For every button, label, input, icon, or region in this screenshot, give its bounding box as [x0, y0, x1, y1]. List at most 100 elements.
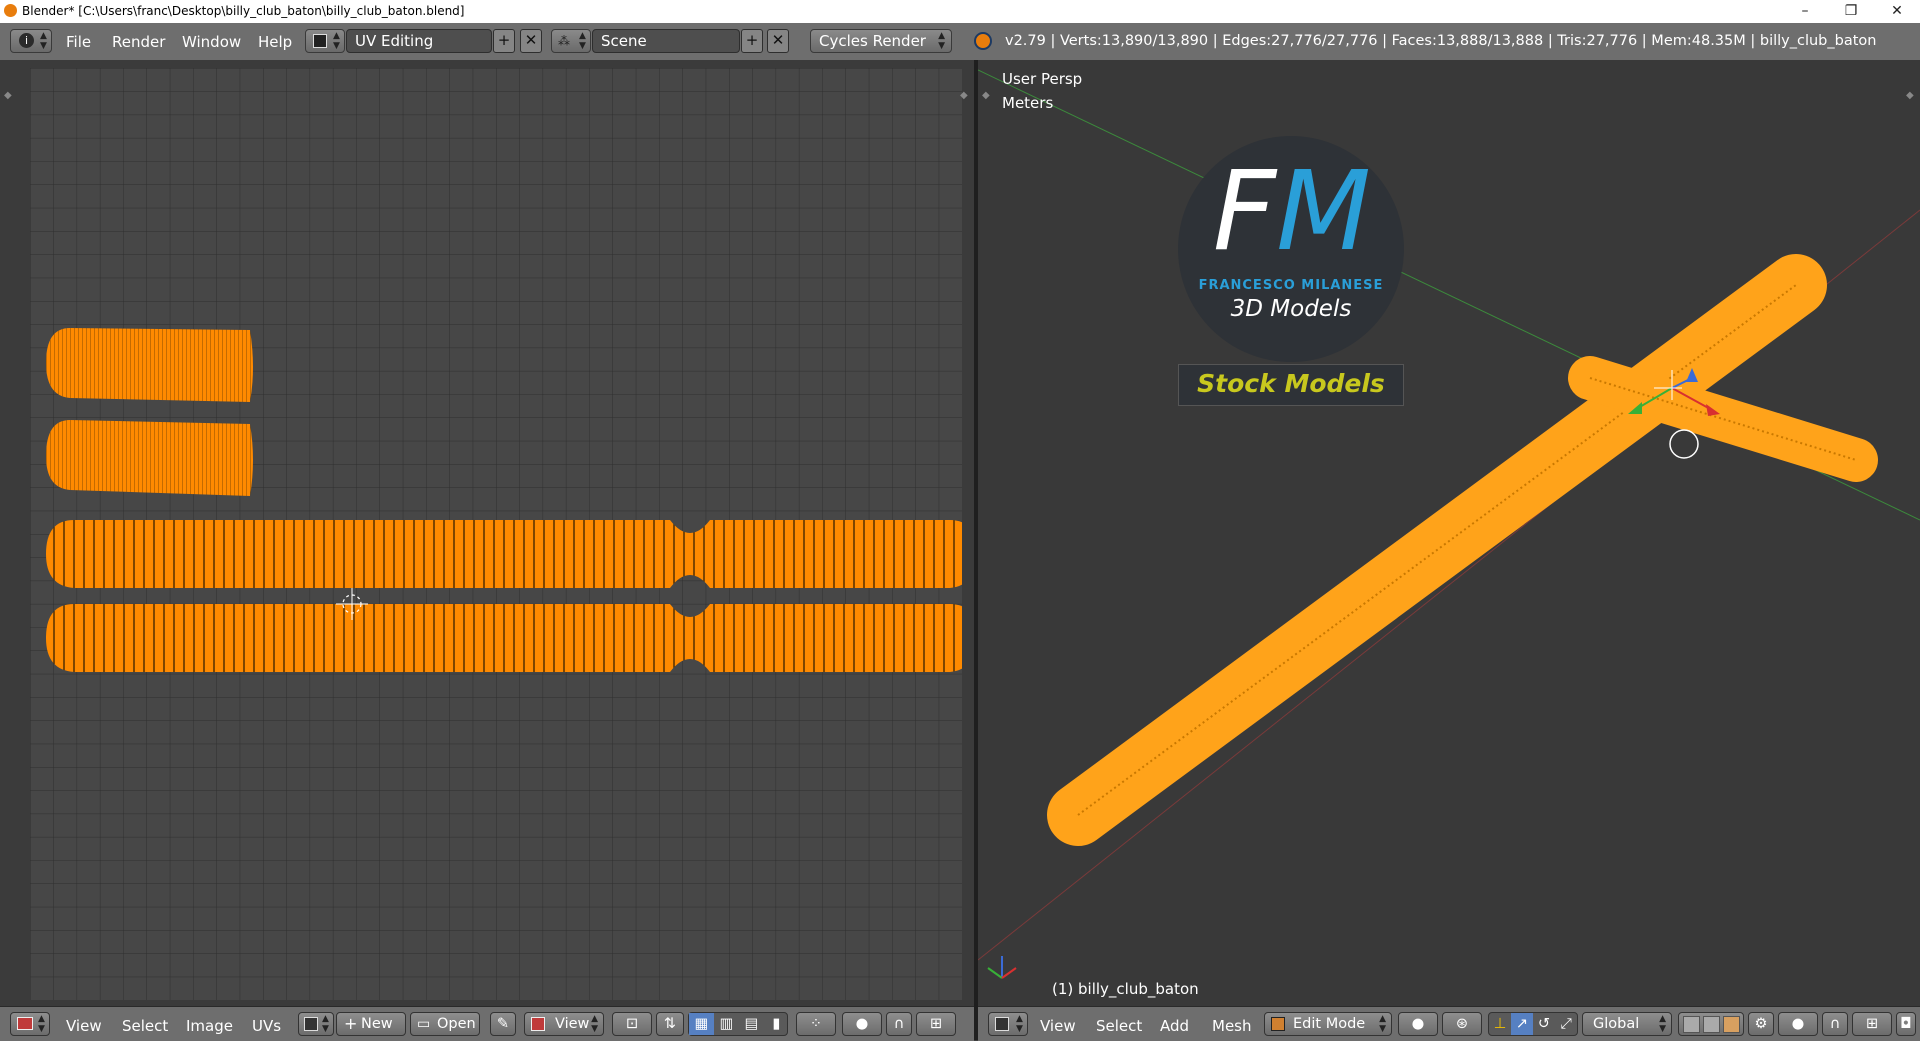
watermark-tagline: Stock Models	[1178, 364, 1404, 406]
scene-selector[interactable]: ⁂ ▲ ▼	[551, 29, 591, 53]
scene-name-field[interactable]: Scene	[592, 29, 740, 53]
view-axis-gizmo	[987, 956, 1017, 979]
scale-manipulator-icon[interactable]: ⤢	[1555, 1013, 1577, 1035]
render-preview-button[interactable]: ◘	[1896, 1012, 1916, 1036]
viewport-canvas[interactable]	[978, 60, 1920, 1006]
delete-scene-button[interactable]: ✕	[767, 29, 789, 53]
sync-selection-toggle[interactable]: ⇅	[656, 1012, 684, 1036]
delete-screen-button[interactable]: ✕	[520, 29, 542, 53]
proportional-edit-dropdown[interactable]: ●	[842, 1012, 882, 1036]
updown-arrows-icon: ▲ ▼	[591, 1014, 598, 1034]
open-image-label: Open	[437, 1016, 476, 1032]
viewport-menu-add[interactable]: Add	[1160, 1017, 1189, 1035]
x-icon: ✕	[771, 31, 785, 49]
snap-toggle[interactable]: ∩	[886, 1012, 912, 1036]
uv-menu-image[interactable]: Image	[186, 1017, 233, 1035]
updown-arrows-icon: ▲ ▼	[1379, 1014, 1386, 1034]
snap-target-dropdown[interactable]: ⊞	[1852, 1012, 1892, 1036]
watermark-logo-letters: FM	[1212, 147, 1372, 275]
units-label: Meters	[1002, 94, 1054, 112]
render-engine-dropdown[interactable]: Cycles Render ▲ ▼	[810, 29, 952, 53]
watermark-subtitle: 3D Models	[1230, 296, 1352, 322]
solid-shading-icon: ●	[1411, 1016, 1425, 1032]
layer-vertex-icon[interactable]	[1683, 1016, 1700, 1033]
plus-icon: +	[344, 1014, 358, 1033]
snap-target-icon: ⊞	[1865, 1016, 1879, 1032]
menu-window[interactable]: Window	[182, 33, 241, 51]
rotate-manipulator-icon[interactable]: ↺	[1533, 1013, 1555, 1035]
image-editor-icon	[17, 1017, 33, 1030]
editor-type-info-button[interactable]: i ▲ ▼	[10, 29, 52, 53]
uv-menu-select[interactable]: Select	[122, 1017, 168, 1035]
plus-icon: +	[745, 31, 759, 49]
pin-button[interactable]: ✎	[490, 1012, 516, 1036]
viewport-menu-select[interactable]: Select	[1096, 1017, 1142, 1035]
viewport-menu-view[interactable]: View	[1040, 1017, 1076, 1035]
uv-island-shaft-1	[46, 520, 962, 588]
window-title: Blender* [C:\Users\franc\Desktop\billy_c…	[22, 4, 465, 18]
layer-face-icon[interactable]	[1723, 1016, 1740, 1033]
translate-manipulator-icon[interactable]: ↗	[1511, 1013, 1533, 1035]
pivot-dropdown[interactable]: ⊡	[612, 1012, 652, 1036]
uv-editor-type-button[interactable]: ▲ ▼	[10, 1012, 50, 1036]
updown-arrows-icon: ▲ ▼	[579, 31, 586, 51]
uv-island-cap-1	[46, 328, 253, 402]
panel-toggle-right-icon[interactable]: ◆	[1906, 90, 1914, 101]
blender-app-icon	[4, 4, 17, 17]
sticky-selection-dropdown[interactable]: ⁘	[796, 1012, 836, 1036]
maximize-button[interactable]: ❐	[1828, 0, 1874, 23]
uv-grid-canvas[interactable]	[30, 68, 962, 1000]
panel-toggle-left-icon[interactable]: ◆	[4, 90, 12, 101]
vertex-select-icon[interactable]: ▦	[689, 1013, 714, 1035]
3d-viewport[interactable]: User Persp Meters (1) billy_club_baton F…	[978, 60, 1920, 1006]
layers-group	[1678, 1012, 1744, 1036]
view-name-label: User Persp	[1002, 70, 1083, 88]
viewport-editor-type-button[interactable]: ▲ ▼	[988, 1012, 1028, 1036]
manipulator-toggle-icon[interactable]: ⊥	[1489, 1013, 1511, 1035]
panel-toggle-right-icon[interactable]: ◆	[960, 90, 968, 101]
3d-cursor[interactable]	[1669, 429, 1699, 459]
add-screen-button[interactable]: +	[493, 29, 515, 53]
menu-help[interactable]: Help	[258, 33, 292, 51]
pivot-point-icon: ⊛	[1455, 1016, 1469, 1032]
uv-menu-uvs[interactable]: UVs	[252, 1017, 281, 1035]
proportional-editing-dropdown[interactable]: ●	[1778, 1012, 1818, 1036]
transform-orientation-dropdown[interactable]: Global ▲ ▼	[1582, 1012, 1672, 1036]
island-select-icon[interactable]: ▮	[764, 1013, 789, 1035]
screen-layout-selector[interactable]: ▲ ▼	[305, 29, 345, 53]
layer-edge-icon[interactable]	[1703, 1016, 1720, 1033]
viewport-header: ▲ ▼ View Select Add Mesh Edit Mode ▲ ▼ ● ⊛…	[978, 1006, 1920, 1041]
info-icon: i	[19, 33, 34, 48]
add-scene-button[interactable]: +	[741, 29, 763, 53]
edit-mode-icon	[1271, 1017, 1285, 1031]
uv-menu-view[interactable]: View	[66, 1017, 102, 1035]
snap-element-dropdown[interactable]: ⊞	[916, 1012, 956, 1036]
active-object-label: (1) billy_club_baton	[1052, 980, 1199, 998]
new-image-button[interactable]: + New	[336, 1012, 406, 1036]
snap-button[interactable]: ∩	[1822, 1012, 1848, 1036]
updown-arrows-icon: ▲ ▼	[40, 31, 47, 51]
image-browse-button[interactable]: ▲ ▼	[298, 1012, 334, 1036]
minimize-button[interactable]: –	[1782, 0, 1828, 23]
open-image-button[interactable]: ▭ Open	[410, 1012, 480, 1036]
viewport-menu-mesh[interactable]: Mesh	[1212, 1017, 1252, 1035]
face-select-icon[interactable]: ▤	[739, 1013, 764, 1035]
uv-image-editor[interactable]: ◆ ◆	[0, 60, 974, 1006]
pin-icon: ✎	[496, 1016, 510, 1032]
interaction-mode-dropdown[interactable]: Edit Mode ▲ ▼	[1264, 1012, 1392, 1036]
panel-toggle-left-icon[interactable]: ◆	[982, 90, 990, 101]
menu-render[interactable]: Render	[112, 33, 165, 51]
menu-file[interactable]: File	[66, 33, 91, 51]
pivot-icon: ⊡	[625, 1016, 639, 1032]
uv-view-mode-dropdown[interactable]: View ▲ ▼	[524, 1012, 604, 1036]
camera-icon: ◘	[1900, 1016, 1912, 1032]
sticky-icon: ⁘	[809, 1016, 823, 1032]
window-titlebar: Blender* [C:\Users\franc\Desktop\billy_c…	[0, 0, 1920, 23]
close-button[interactable]: ✕	[1874, 0, 1920, 23]
new-image-label: New	[361, 1016, 393, 1032]
occlude-geometry-toggle[interactable]: ⚙	[1748, 1012, 1774, 1036]
edge-select-icon[interactable]: ▥	[714, 1013, 739, 1035]
shading-dropdown[interactable]: ●	[1398, 1012, 1438, 1036]
pivot-point-dropdown[interactable]: ⊛	[1442, 1012, 1482, 1036]
screen-layout-field[interactable]: UV Editing	[346, 29, 492, 53]
